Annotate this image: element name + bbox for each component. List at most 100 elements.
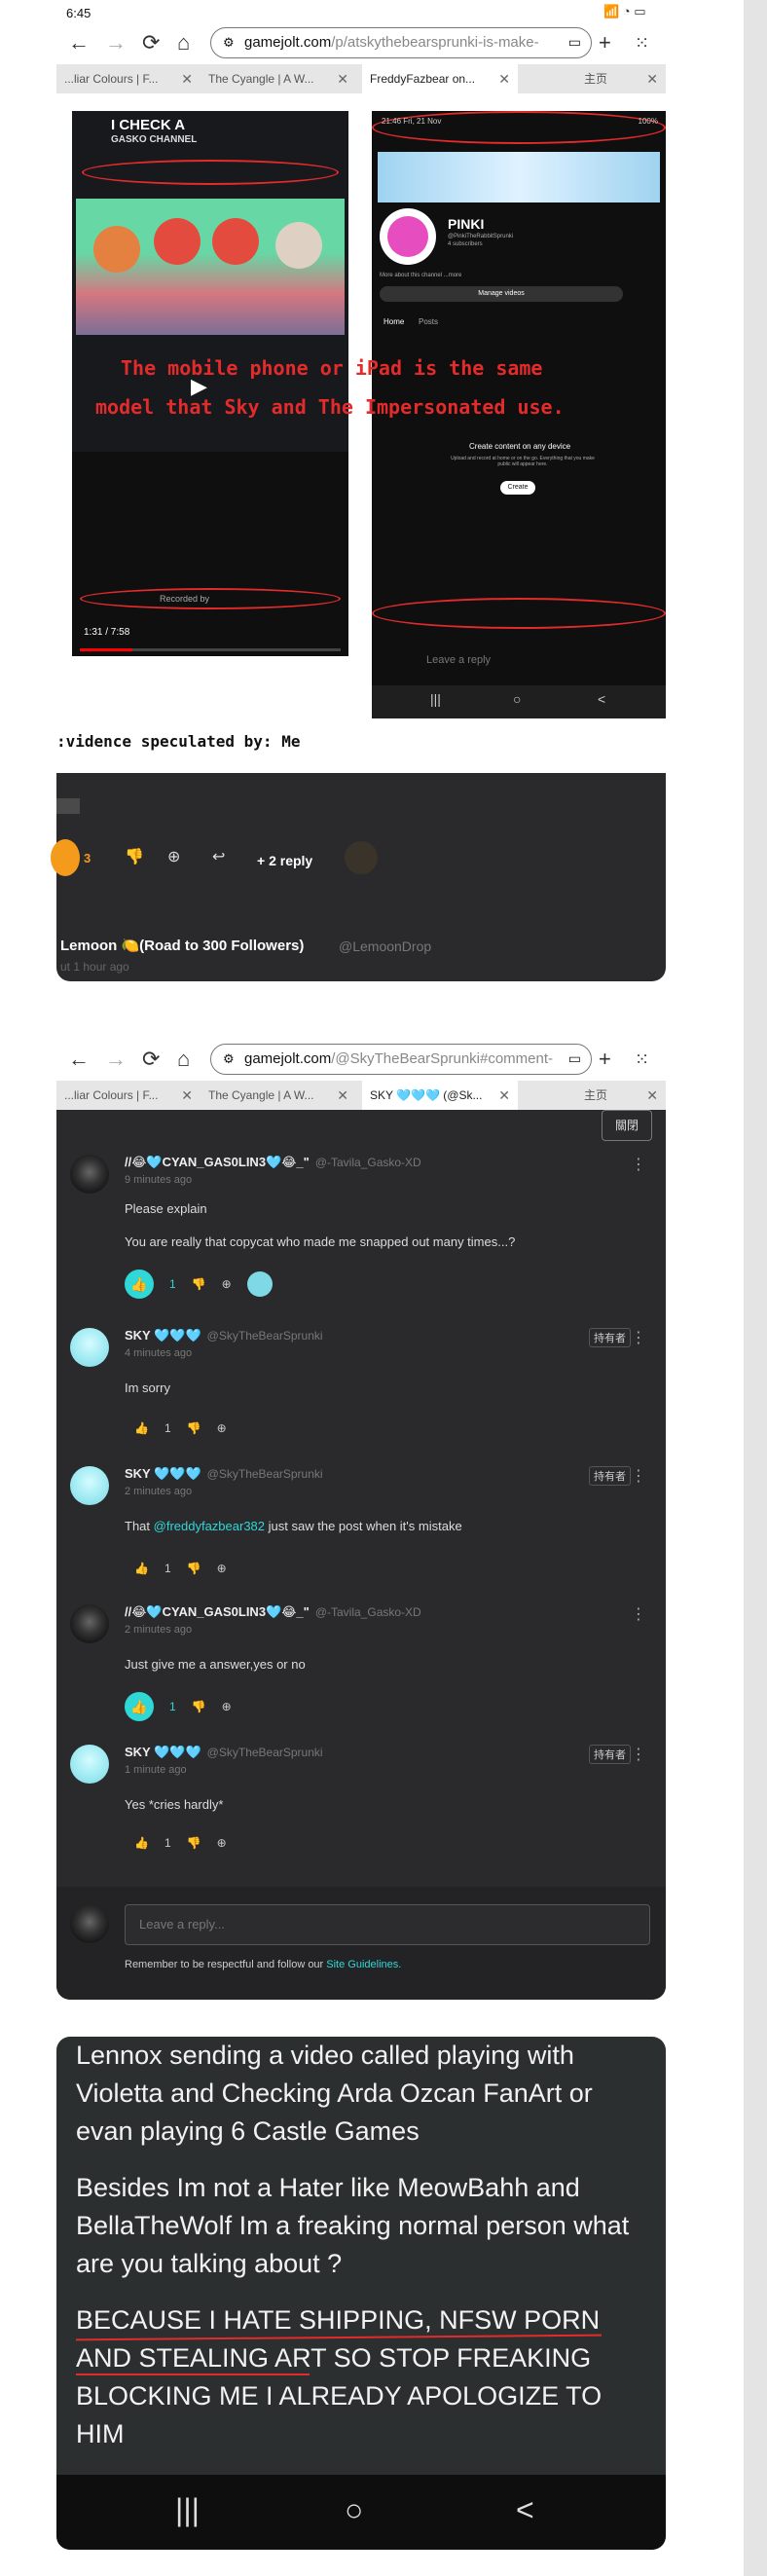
site-info-icon[interactable]: ⚙ [223,28,235,56]
back-chevron-icon[interactable]: < [598,691,605,707]
avatar[interactable] [70,1604,109,1643]
tab-item-active[interactable]: FreddyFazbear on... ✕ [362,64,518,93]
back-icon[interactable]: ← [68,29,90,56]
like-icon[interactable]: 👍 [134,1836,149,1850]
tab-item[interactable]: The Cyangle | A W... ✕ [201,64,356,93]
reload-icon[interactable]: ⟳ [142,1046,160,1073]
reply-input[interactable]: Leave a reply... [125,1904,650,1945]
about-link[interactable]: More about this channel ...more [380,273,461,278]
page-scrollbar[interactable] [744,0,767,2576]
forward-icon[interactable]: → [105,1046,127,1073]
author-handle[interactable]: @LemoonDrop [339,938,431,954]
close-icon[interactable]: ✕ [181,64,193,93]
like-button-active[interactable]: 👍 [125,1270,154,1299]
reload-icon[interactable]: ⟳ [142,29,160,56]
tab-posts[interactable]: Posts [419,317,438,326]
address-bar[interactable]: ⚙ gamejolt.com/p/atskythebearsprunki-is-… [210,27,592,58]
charge-icon[interactable]: ⊕ [217,1421,227,1435]
tab-item-active[interactable]: SKY 🩵🩵🩵 (@Sk... ✕ [362,1081,518,1110]
home-icon[interactable]: ⌂ [177,29,190,56]
close-icon[interactable]: ✕ [646,64,658,93]
more-options-icon[interactable]: ⋮ [631,1466,646,1486]
comment-author[interactable]: SKY 🩵🩵🩵 @SkyTheBearSprunki [125,1466,323,1482]
address-bar[interactable]: ⚙ gamejolt.com/@SkyTheBearSprunki#commen… [210,1044,592,1075]
like-button-active[interactable] [51,839,80,876]
avatar[interactable] [70,1155,109,1194]
forward-icon[interactable]: → [105,29,127,56]
recents-icon[interactable]: ||| [175,2492,200,2528]
like-count: 1 [164,1421,171,1435]
user-mention[interactable]: @freddyfazbear382 [154,1519,265,1533]
tab-item[interactable]: The Cyangle | A W... ✕ [201,1081,356,1110]
avatar[interactable] [70,1745,109,1784]
character-head [275,222,322,269]
charge-icon[interactable]: ⊕ [167,847,180,866]
close-icon[interactable]: ✕ [337,1081,348,1110]
character-head [93,226,140,273]
dislike-icon[interactable]: 👎 [187,1421,201,1435]
tab-item[interactable]: 主页 ✕ [518,1081,666,1110]
comment-text: Please explain [125,1201,207,1216]
left-phone-shot: I CHECK A GASKO CHANNEL ▶ Recorded by 1:… [72,111,348,656]
comment-author[interactable]: SKY 🩵🩵🩵 @SkyTheBearSprunki [125,1328,323,1343]
recents-icon[interactable]: ||| [430,691,441,707]
dislike-icon[interactable]: 👎 [187,1562,201,1575]
grid-menu-icon[interactable]: ⁙ [635,1046,649,1073]
more-options-icon[interactable]: ⋮ [631,1328,646,1347]
reply-field[interactable]: Leave a reply [426,654,491,666]
avatar[interactable] [70,1466,109,1505]
back-chevron-icon[interactable]: < [516,2492,534,2528]
tab-label: 主页 [583,72,607,86]
home-circle-icon[interactable]: ○ [345,2492,363,2528]
close-icon[interactable]: ✕ [498,64,510,93]
guidelines-link[interactable]: Site Guidelines. [326,1959,401,1970]
close-icon[interactable]: ✕ [337,64,348,93]
like-count: 1 [169,1277,176,1291]
more-options-icon[interactable]: ⋮ [631,1604,646,1624]
close-icon[interactable]: ✕ [181,1081,193,1110]
reply-count[interactable]: + 2 reply [257,853,312,868]
create-button[interactable]: Create [500,481,535,495]
video-controls: Recorded by 1:31 / 7:58 [72,452,348,656]
tab-item[interactable]: ...liar Colours | F... ✕ [56,1081,201,1110]
tab-label: FreddyFazbear on... [370,72,476,86]
dislike-icon[interactable]: 👎 [192,1700,206,1713]
tab-label: The Cyangle | A W... [208,72,314,86]
back-icon[interactable]: ← [68,1046,90,1073]
charge-icon[interactable]: ⊕ [217,1562,227,1575]
url-domain: gamejolt.com [244,34,332,51]
charge-icon[interactable]: ⊕ [222,1277,232,1291]
close-icon[interactable]: ✕ [646,1081,658,1110]
new-tab-icon[interactable]: + [599,29,611,56]
close-icon[interactable]: ✕ [498,1081,510,1110]
avatar[interactable] [70,1328,109,1367]
grid-menu-icon[interactable]: ⁙ [635,29,649,56]
tab-item[interactable]: ...liar Colours | F... ✕ [56,64,201,93]
like-icon[interactable]: 👍 [134,1421,149,1435]
home-circle-icon[interactable]: ○ [513,691,521,707]
author-name[interactable]: Lemoon 🍋(Road to 300 Followers) [60,937,304,954]
tab-home[interactable]: Home [384,317,404,326]
charge-icon[interactable]: ⊕ [222,1700,232,1713]
like-button-active[interactable]: 👍 [125,1692,154,1721]
home-icon[interactable]: ⌂ [177,1046,190,1073]
dislike-icon[interactable]: 👎 [187,1836,201,1850]
new-tab-icon[interactable]: + [599,1046,611,1073]
reply-icon[interactable]: ↩ [212,847,225,866]
tab-item[interactable]: 主页 ✕ [518,64,666,93]
manage-videos-button[interactable]: Manage videos [380,286,623,302]
close-button[interactable]: 關閉 [602,1110,652,1141]
progress-track[interactable] [80,648,341,651]
comment-author[interactable]: //😂🩵CYAN_GAS0LIN3🩵😂_" @-Tavila_Gasko-XD [125,1604,421,1620]
like-icon[interactable]: 👍 [134,1562,149,1575]
more-options-icon[interactable]: ⋮ [631,1155,646,1174]
tab-switch-icon[interactable]: ▭ [568,1045,581,1073]
site-info-icon[interactable]: ⚙ [223,1045,235,1073]
comment-author[interactable]: //😂🩵CYAN_GAS0LIN3🩵😂_" @-Tavila_Gasko-XD [125,1155,421,1170]
comment-author[interactable]: SKY 🩵🩵🩵 @SkyTheBearSprunki [125,1745,323,1760]
more-options-icon[interactable]: ⋮ [631,1745,646,1764]
dislike-icon[interactable]: 👎 [192,1277,206,1291]
charge-icon[interactable]: ⊕ [217,1836,227,1850]
tab-switch-icon[interactable]: ▭ [568,28,581,56]
dislike-icon[interactable]: 👎 [125,847,144,866]
